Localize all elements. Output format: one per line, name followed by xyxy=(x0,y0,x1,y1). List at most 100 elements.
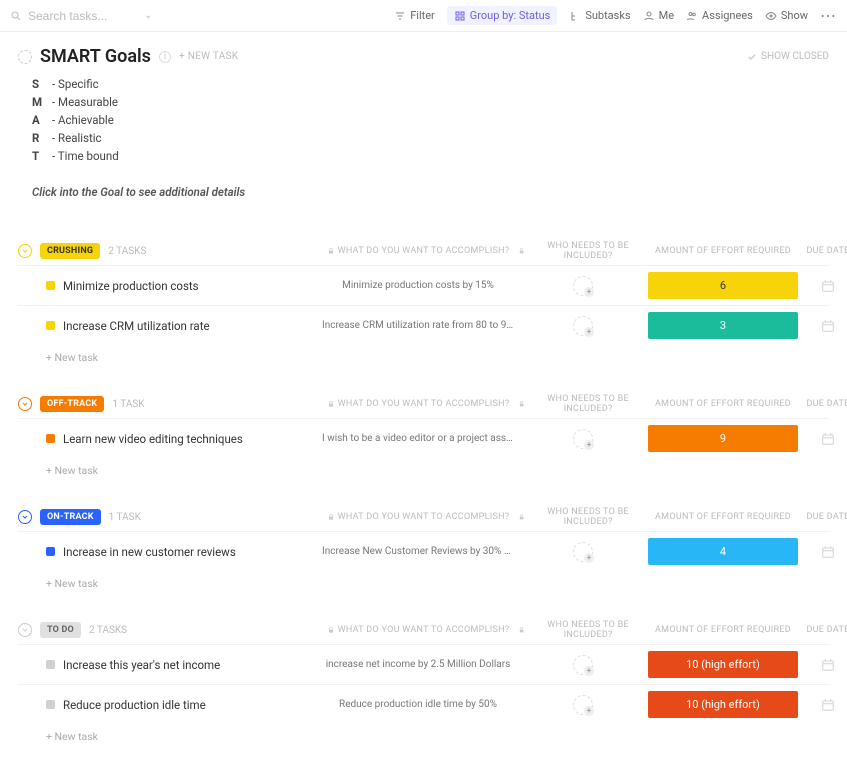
due-date-cell[interactable] xyxy=(798,657,847,673)
col-due: DUE DATE xyxy=(798,246,847,256)
search-input[interactable] xyxy=(28,9,138,23)
status-square-icon xyxy=(46,434,55,443)
add-assignee-icon[interactable] xyxy=(573,276,593,296)
task-accomplish: Reduce production idle time by 50% xyxy=(318,699,518,710)
collapse-toggle[interactable] xyxy=(18,510,32,524)
assignee-cell[interactable] xyxy=(518,655,648,675)
assignee-cell[interactable] xyxy=(518,316,648,336)
task-count: 1 TASK xyxy=(112,399,144,410)
task-name: Increase this year's net income xyxy=(63,658,220,672)
add-assignee-icon[interactable] xyxy=(573,316,593,336)
assignees-button[interactable]: Assignees xyxy=(686,9,753,22)
due-date-cell[interactable] xyxy=(798,697,847,713)
smart-letter: R xyxy=(32,129,44,147)
new-task-row[interactable]: + New task xyxy=(18,345,829,370)
due-date-cell[interactable] xyxy=(798,318,847,334)
me-button[interactable]: Me xyxy=(643,9,674,22)
group: ON-TRACK 1 TASK WHAT DO YOU WANT TO ACCO… xyxy=(18,503,829,596)
title-row: SMART Goals i + NEW TASK SHOW CLOSED xyxy=(18,46,829,67)
subtasks-button[interactable]: Subtasks xyxy=(569,9,630,22)
group: CRUSHING 2 TASKS WHAT DO YOU WANT TO ACC… xyxy=(18,237,829,370)
status-pill[interactable]: OFF-TRACK xyxy=(40,396,104,412)
new-task-row[interactable]: + New task xyxy=(18,571,829,596)
task-row[interactable]: Increase CRM utilization rate Increase C… xyxy=(18,305,829,345)
smart-row: A- Achievable xyxy=(32,111,829,129)
col-due: DUE DATE xyxy=(798,399,847,409)
col-included: WHO NEEDS TO BE INCLUDED? xyxy=(518,241,648,261)
col-effort: AMOUNT OF EFFORT REQUIRED xyxy=(648,625,798,635)
smart-list: S- SpecificM- MeasurableA- AchievableR- … xyxy=(32,75,829,165)
show-closed-button[interactable]: SHOW CLOSED xyxy=(747,51,829,62)
col-accomplish: WHAT DO YOU WANT TO ACCOMPLISH? xyxy=(318,625,518,635)
show-label: Show xyxy=(781,9,808,22)
status-square-icon xyxy=(46,547,55,556)
assignee-cell[interactable] xyxy=(518,542,648,562)
info-icon[interactable]: i xyxy=(159,51,171,63)
col-included: WHO NEEDS TO BE INCLUDED? xyxy=(518,620,648,640)
task-accomplish: I wish to be a video editor or a project… xyxy=(318,433,518,444)
task-count: 1 TASK xyxy=(109,512,141,523)
group-by-button[interactable]: Group by: Status xyxy=(447,6,558,25)
task-row[interactable]: Minimize production costs Minimize produ… xyxy=(18,265,829,305)
task-name: Reduce production idle time xyxy=(63,698,206,712)
assignee-cell[interactable] xyxy=(518,695,648,715)
new-task-button[interactable]: + NEW TASK xyxy=(179,51,238,62)
task-count: 2 TASKS xyxy=(89,625,127,636)
col-accomplish: WHAT DO YOU WANT TO ACCOMPLISH? xyxy=(318,246,518,256)
filter-icon xyxy=(394,10,406,22)
status-square-icon xyxy=(46,321,55,330)
add-assignee-icon[interactable] xyxy=(573,429,593,449)
col-effort: AMOUNT OF EFFORT REQUIRED xyxy=(648,399,798,409)
task-name: Increase CRM utilization rate xyxy=(63,319,210,333)
status-square-icon xyxy=(46,281,55,290)
new-task-row[interactable]: + New task xyxy=(18,458,829,483)
effort-badge: 6 xyxy=(648,272,798,299)
collapse-toggle[interactable] xyxy=(18,623,32,637)
new-task-row[interactable]: + New task xyxy=(18,724,829,749)
me-label: Me xyxy=(659,9,674,22)
task-row[interactable]: Increase this year's net income increase… xyxy=(18,644,829,684)
header: SMART Goals i + NEW TASK SHOW CLOSED S- … xyxy=(0,32,847,207)
task-name: Increase in new customer reviews xyxy=(63,545,236,559)
task-accomplish: Increase New Customer Reviews by 30% Yea… xyxy=(318,546,518,557)
col-effort: AMOUNT OF EFFORT REQUIRED xyxy=(648,512,798,522)
show-button[interactable]: Show xyxy=(765,9,808,22)
task-row[interactable]: Reduce production idle time Reduce produ… xyxy=(18,684,829,724)
add-assignee-icon[interactable] xyxy=(573,655,593,675)
add-assignee-icon[interactable] xyxy=(573,695,593,715)
chevron-down-icon[interactable]: ⌄ xyxy=(144,10,152,21)
effort-badge: 4 xyxy=(648,538,798,565)
collapse-toggle[interactable] xyxy=(18,244,32,258)
smart-word: - Specific xyxy=(52,75,99,93)
filter-button[interactable]: Filter xyxy=(394,9,435,22)
task-row[interactable]: Increase in new customer reviews Increas… xyxy=(18,531,829,571)
assignee-cell[interactable] xyxy=(518,429,648,449)
task-row[interactable]: Learn new video editing techniques I wis… xyxy=(18,418,829,458)
smart-row: R - Realistic xyxy=(32,129,829,147)
col-due: DUE DATE xyxy=(798,512,847,522)
collapse-toggle[interactable] xyxy=(18,397,32,411)
subtasks-icon xyxy=(569,10,581,22)
status-pill[interactable]: ON-TRACK xyxy=(40,509,101,525)
more-icon[interactable]: ⋯ xyxy=(820,6,837,25)
search-icon xyxy=(10,10,22,22)
due-date-cell[interactable] xyxy=(798,431,847,447)
task-accomplish: increase net income by 2.5 Million Dolla… xyxy=(318,659,518,670)
due-date-cell[interactable] xyxy=(798,278,847,294)
status-pill[interactable]: TO DO xyxy=(40,622,81,638)
group-header: ON-TRACK 1 TASK WHAT DO YOU WANT TO ACCO… xyxy=(18,503,829,531)
col-accomplish: WHAT DO YOU WANT TO ACCOMPLISH? xyxy=(318,399,518,409)
effort-badge: 10 (high effort) xyxy=(648,651,798,678)
due-date-cell[interactable] xyxy=(798,544,847,560)
smart-letter: M xyxy=(32,93,44,111)
status-pill[interactable]: CRUSHING xyxy=(40,243,100,259)
task-accomplish: Minimize production costs by 15% xyxy=(318,280,518,291)
filter-label: Filter xyxy=(410,9,435,22)
assignee-cell[interactable] xyxy=(518,276,648,296)
add-assignee-icon[interactable] xyxy=(573,542,593,562)
groups-container: CRUSHING 2 TASKS WHAT DO YOU WANT TO ACC… xyxy=(0,207,847,769)
smart-letter: A xyxy=(32,111,44,129)
smart-word: - Realistic xyxy=(52,129,102,147)
topbar: ⌄ Filter Group by: Status Subtasks Me As… xyxy=(0,0,847,32)
task-accomplish: Increase CRM utilization rate from 80 to… xyxy=(318,320,518,331)
